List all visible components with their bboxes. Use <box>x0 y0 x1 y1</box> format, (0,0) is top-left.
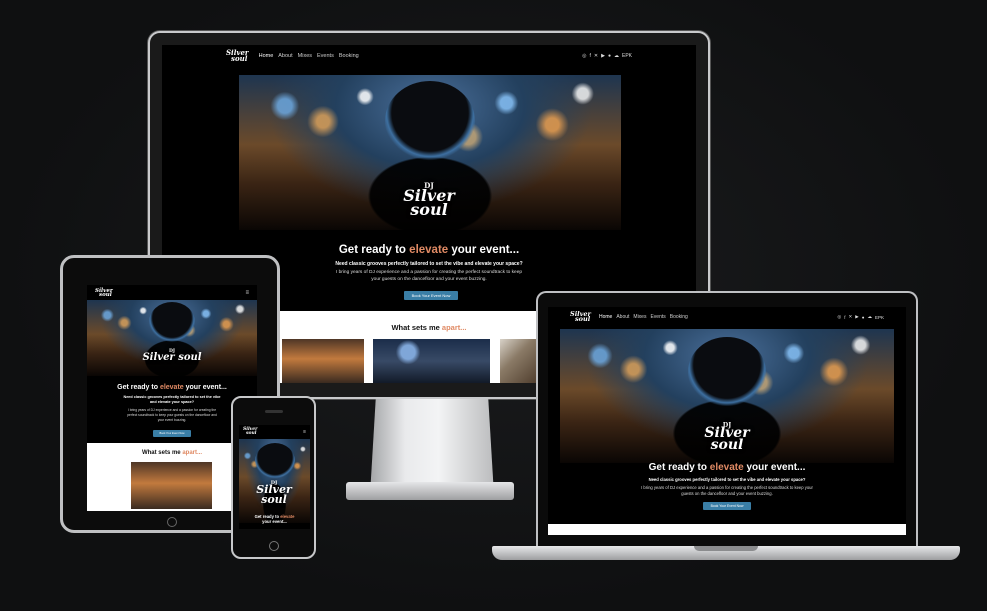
hero-headline: Get ready to elevate your event... <box>648 462 806 473</box>
monitor-stand-base <box>346 482 514 500</box>
hero-headline: Get ready to elevate your event... <box>254 514 295 524</box>
epk-icon[interactable]: EPK <box>875 315 884 320</box>
epk-icon[interactable]: EPK <box>622 53 632 59</box>
social-links: ◎ f ✕ ▶ ● ☁ EPK <box>837 314 884 320</box>
feature-card <box>131 462 212 509</box>
menu-toggle[interactable]: ≡ <box>245 290 249 296</box>
site-logo[interactable]: Silver soul <box>226 50 249 62</box>
facebook-icon[interactable]: f <box>590 53 591 59</box>
x-icon[interactable]: ✕ <box>594 53 598 59</box>
book-event-button[interactable]: Book Your Event Now <box>153 430 191 437</box>
hero-image: DJ Silver soul <box>239 75 621 230</box>
nav-mixes[interactable]: Mixes <box>298 53 312 59</box>
laptop-notch <box>694 546 758 551</box>
nav-about[interactable]: About <box>278 53 292 59</box>
responsive-mockup: Silver soul Home About Mixes Events Booki… <box>0 0 987 611</box>
hero-body: I bring years of DJ experience and a pas… <box>641 485 813 496</box>
hero-brand-logo: DJ Silver soul <box>256 480 292 506</box>
phone-site: Silver soul ≡ DJ Silver soul Get ready to … <box>239 425 310 529</box>
nav-booking[interactable]: Booking <box>339 53 359 59</box>
dj-silhouette <box>149 302 195 342</box>
site-logo[interactable]: Silver soul <box>570 310 591 322</box>
site-logo[interactable]: Silver soul <box>95 288 113 298</box>
dj-silhouette <box>688 337 766 407</box>
feature-card <box>500 339 540 383</box>
facebook-icon[interactable]: f <box>844 315 845 320</box>
nav-about[interactable]: About <box>616 314 629 320</box>
dj-silhouette <box>255 443 295 479</box>
phone-home-button[interactable] <box>269 541 279 551</box>
hero-image: DJ Silver soul <box>87 300 257 376</box>
youtube-icon[interactable]: ▶ <box>601 53 605 59</box>
navbar: Silver soul Home About Mixes Events Booki… <box>548 307 906 327</box>
spotify-icon[interactable]: ● <box>608 53 611 59</box>
hero-image: DJ Silver soul <box>560 329 894 463</box>
tablet-home-button[interactable] <box>167 517 177 527</box>
nav-mixes[interactable]: Mixes <box>633 314 646 320</box>
features-section <box>548 524 906 535</box>
nav-home[interactable]: Home <box>259 53 274 59</box>
monitor-stand <box>370 399 494 489</box>
nav-links: Home About Mixes Events Booking <box>599 314 688 320</box>
soundcloud-icon[interactable]: ☁ <box>867 314 872 320</box>
phone-device: Silver soul ≡ DJ Silver soul Get ready to … <box>231 396 316 559</box>
book-event-button[interactable]: Book Your Event Now <box>703 502 751 510</box>
hero-brand-logo: DJ Silver soul <box>403 181 455 219</box>
hero-image: DJ Silver soul <box>239 439 310 523</box>
soundcloud-icon[interactable]: ☁ <box>614 53 619 59</box>
feature-card <box>282 339 364 383</box>
navbar: Silver soul ≡ <box>87 285 257 301</box>
nav-events[interactable]: Events <box>317 53 334 59</box>
laptop-device: Silver soul Home About Mixes Events Booki… <box>536 291 918 546</box>
x-icon[interactable]: ✕ <box>849 314 853 320</box>
instagram-icon[interactable]: ◎ <box>837 314 841 320</box>
navbar: Silver soul ≡ <box>239 425 310 439</box>
nav-booking[interactable]: Booking <box>670 314 688 320</box>
feature-card <box>373 339 490 383</box>
instagram-icon[interactable]: ◎ <box>582 53 586 59</box>
navbar: Silver soul Home About Mixes Events Booki… <box>162 45 696 67</box>
hamburger-icon[interactable]: ≡ <box>303 429 306 435</box>
laptop-site: Silver soul Home About Mixes Events Booki… <box>548 307 906 535</box>
menu-toggle[interactable]: ≡ <box>303 429 306 435</box>
nav-events[interactable]: Events <box>650 314 665 320</box>
youtube-icon[interactable]: ▶ <box>855 314 858 320</box>
hero-headline: Get ready to elevate your event... <box>117 384 227 391</box>
hero-brand-logo: DJ Silver soul <box>142 349 202 363</box>
dj-silhouette <box>385 81 475 161</box>
book-event-button[interactable]: Book Your Event Now <box>404 291 458 300</box>
hero-subheading: Need classic grooves perfectly tailored … <box>648 477 806 482</box>
phone-speaker <box>265 410 283 413</box>
hamburger-icon[interactable]: ≡ <box>245 290 249 296</box>
spotify-icon[interactable]: ● <box>862 315 865 320</box>
nav-links: Home About Mixes Events Booking <box>259 53 359 59</box>
site-logo[interactable]: Silver soul <box>243 428 258 436</box>
nav-home[interactable]: Home <box>599 314 612 320</box>
social-links: ◎ f ✕ ▶ ● ☁ EPK <box>582 53 632 59</box>
hero-brand-logo: DJ Silver soul <box>704 422 750 454</box>
